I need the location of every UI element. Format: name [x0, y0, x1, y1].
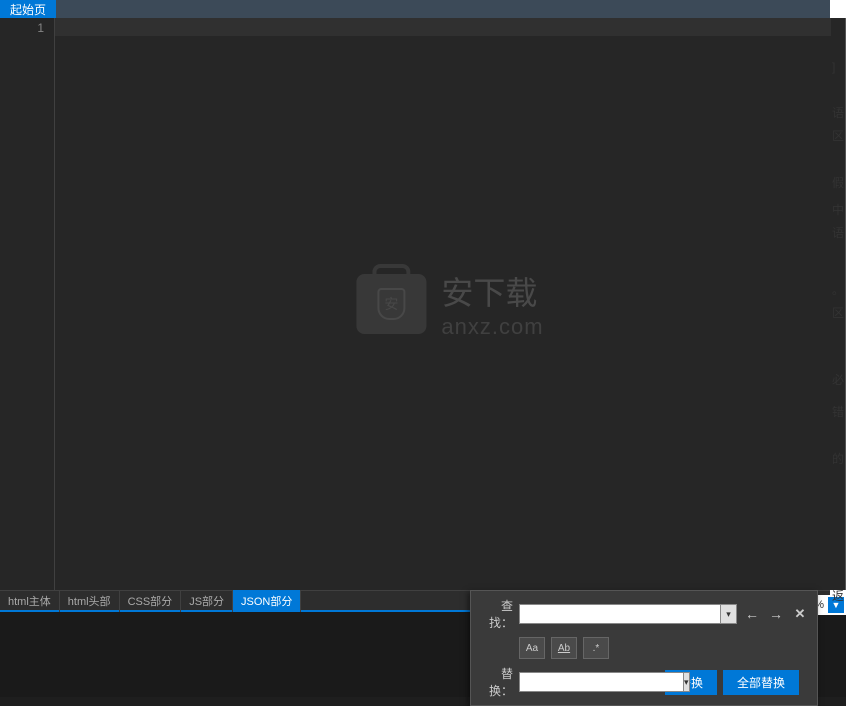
tab-css[interactable]: CSS部分	[120, 590, 182, 612]
find-label: 查找：	[479, 597, 513, 631]
editor-container: 1 安 安下载 anxz.com	[0, 18, 846, 590]
code-editor[interactable]: 安 安下载 anxz.com	[55, 18, 846, 590]
line-number: 1	[0, 21, 44, 35]
right-panel-fragments: ] 语 区 假 中 语 。 区 必 错 的 返	[832, 60, 846, 610]
tab-html-body[interactable]: html主体	[0, 590, 60, 612]
close-search-button[interactable]: ✕	[791, 605, 809, 623]
top-tab-bar: 起始页	[0, 0, 846, 18]
line-gutter: 1	[0, 18, 55, 590]
whole-word-toggle[interactable]: Ab	[551, 637, 577, 659]
replace-label: 替换：	[479, 665, 513, 699]
watermark-title: 安下载	[441, 268, 543, 314]
watermark-text: 安下载 anxz.com	[441, 268, 543, 340]
current-line-highlight	[55, 18, 845, 36]
watermark-url: anxz.com	[441, 314, 543, 340]
find-replace-panel: 查找： ▾ ← → ✕ Aa Ab .* 替换： ▾ 替换 全部替换	[470, 590, 818, 706]
watermark: 安 安下载 anxz.com	[356, 268, 543, 340]
find-prev-button[interactable]: ←	[743, 605, 761, 623]
regex-toggle[interactable]: .*	[583, 637, 609, 659]
tab-js[interactable]: JS部分	[181, 590, 233, 612]
tab-start-page[interactable]: 起始页	[0, 0, 56, 20]
watermark-shield-icon: 安	[377, 288, 405, 320]
replace-input[interactable]	[519, 672, 684, 692]
tab-html-head[interactable]: html头部	[60, 590, 120, 612]
find-next-button[interactable]: →	[767, 605, 785, 623]
replace-all-button[interactable]: 全部替换	[723, 670, 799, 695]
find-history-dropdown[interactable]: ▾	[721, 604, 737, 624]
case-sensitive-toggle[interactable]: Aa	[519, 637, 545, 659]
tab-json[interactable]: JSON部分	[233, 590, 301, 612]
replace-history-dropdown[interactable]: ▾	[684, 672, 690, 692]
watermark-bag-icon: 安	[356, 274, 426, 334]
find-input[interactable]	[519, 604, 721, 624]
